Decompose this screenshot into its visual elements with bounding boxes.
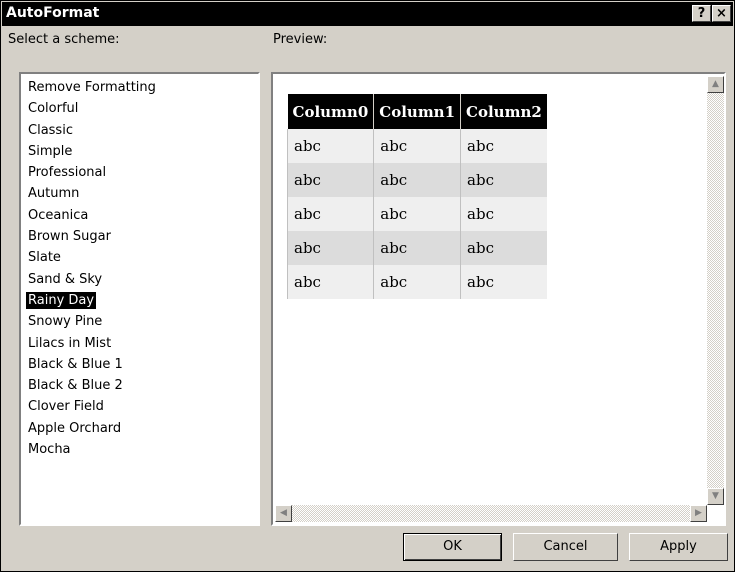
down-arrow-icon: ▼ [712, 491, 719, 501]
preview-cell: abc [286, 265, 374, 299]
scheme-item-label: Oceanica [28, 207, 89, 223]
scroll-down-button[interactable]: ▼ [707, 488, 724, 505]
scheme-item[interactable]: Clover Field [25, 396, 159, 417]
scheme-item[interactable]: Black & Blue 1 [25, 354, 159, 375]
ok-button[interactable]: OK [403, 533, 502, 561]
scheme-listbox[interactable]: Remove Formatting Colorful Classic Simple Pr… [19, 72, 260, 526]
preview-cell: abc [460, 129, 547, 163]
horizontal-scrollbar[interactable]: ◀ ▶ [275, 505, 707, 522]
preview-row: abc abc abc [286, 163, 547, 197]
preview-row: abc abc abc [286, 265, 547, 299]
scheme-item[interactable]: Classic [25, 120, 159, 141]
apply-button[interactable]: Apply [629, 533, 728, 561]
scheme-item[interactable]: Black & Blue 2 [25, 375, 159, 396]
close-icon: × [716, 6, 727, 21]
scheme-item[interactable]: Apple Orchard [25, 418, 159, 439]
right-arrow-icon: ▶ [695, 508, 702, 518]
scheme-item[interactable]: Sand & Sky [25, 269, 159, 290]
close-button[interactable]: × [712, 5, 731, 22]
preview-cell: abc [460, 197, 547, 231]
scroll-right-button[interactable]: ▶ [690, 505, 707, 522]
scroll-left-button[interactable]: ◀ [275, 505, 292, 522]
preview-cell: abc [286, 197, 374, 231]
scheme-item-label: Professional [28, 165, 107, 181]
scheme-item[interactable]: Professional [25, 162, 159, 183]
preview-pane: Column0 Column1 Column2 abc abc abc abc abc a… [271, 72, 726, 526]
scheme-item-label: Snowy Pine [28, 314, 103, 330]
preview-cell: abc [373, 231, 461, 265]
scheme-item[interactable]: Lilacs in Mist [25, 333, 159, 354]
scheme-item-label: Colorful [28, 101, 79, 117]
scheme-item-label: Apple Orchard [28, 420, 122, 436]
scheme-item[interactable]: Brown Sugar [25, 226, 159, 247]
dialog-title: AutoFormat [6, 5, 100, 21]
cancel-button[interactable]: Cancel [513, 533, 618, 561]
scheme-item[interactable]: Simple [25, 141, 159, 162]
preview-label: Preview: [273, 32, 328, 47]
preview-cell: abc [286, 231, 374, 265]
scheme-item[interactable]: Remove Formatting [25, 77, 159, 98]
scheme-item-label: Black & Blue 1 [28, 356, 123, 372]
scheme-item-label: Black & Blue 2 [28, 378, 123, 394]
vertical-scrollbar[interactable]: ▲ ▼ [707, 76, 724, 505]
preview-cell: abc [373, 163, 461, 197]
preview-cell: abc [460, 265, 547, 299]
scheme-item-label: Rainy Day [26, 291, 97, 309]
preview-body: abc abc abc abc abc abc abc abc abc abc abc abc abc a… [286, 129, 547, 299]
title-bar[interactable]: AutoFormat ? × [2, 2, 733, 26]
preview-cell: abc [373, 129, 461, 163]
scheme-item-label: Slate [28, 250, 61, 266]
preview-cell: abc [460, 163, 547, 197]
scheme-item[interactable]: Snowy Pine [25, 311, 159, 332]
scheme-item-label: Brown Sugar [28, 229, 111, 245]
preview-row: abc abc abc [286, 129, 547, 163]
scheme-item-label: Lilacs in Mist [28, 335, 112, 351]
help-button[interactable]: ? [692, 5, 711, 22]
scheme-item-label: Simple [28, 143, 73, 159]
preview-column-header: Column2 [460, 94, 547, 129]
preview-column-header: Column0 [287, 94, 375, 129]
preview-cell: abc [286, 129, 374, 163]
scroll-up-button[interactable]: ▲ [707, 76, 724, 93]
preview-cell: abc [373, 197, 461, 231]
preview-cell: abc [373, 265, 461, 299]
preview-header-row: Column0 Column1 Column2 [287, 94, 547, 129]
scheme-item[interactable]: Rainy Day [25, 290, 159, 311]
up-arrow-icon: ▲ [712, 79, 719, 89]
scheme-item[interactable]: Slate [25, 247, 159, 268]
scheme-item-label: Sand & Sky [28, 271, 103, 287]
scheme-item-label: Autumn [28, 186, 80, 202]
autoformat-dialog: AutoFormat ? × Select a scheme: Preview:… [0, 0, 735, 572]
preview-row: abc abc abc [286, 231, 547, 265]
scheme-item[interactable]: Colorful [25, 98, 159, 119]
scheme-list: Remove Formatting Colorful Classic Simple Pr… [25, 77, 159, 460]
scheme-item-label: Classic [28, 122, 73, 138]
preview-column-header: Column1 [373, 94, 462, 129]
scheme-item[interactable]: Autumn [25, 183, 159, 204]
scheme-item-label: Clover Field [28, 399, 104, 415]
scheme-item[interactable]: Oceanica [25, 205, 159, 226]
preview-table: Column0 Column1 Column2 abc abc abc abc abc a… [286, 94, 547, 299]
preview-cell: abc [460, 231, 547, 265]
scheme-item-label: Mocha [28, 442, 71, 458]
left-arrow-icon: ◀ [280, 508, 287, 518]
preview-row: abc abc abc [286, 197, 547, 231]
help-icon: ? [697, 6, 706, 21]
scheme-label: Select a scheme: [8, 32, 120, 47]
scheme-item-label: Remove Formatting [28, 80, 156, 95]
preview-cell: abc [286, 163, 374, 197]
scheme-item[interactable]: Mocha [25, 439, 159, 460]
